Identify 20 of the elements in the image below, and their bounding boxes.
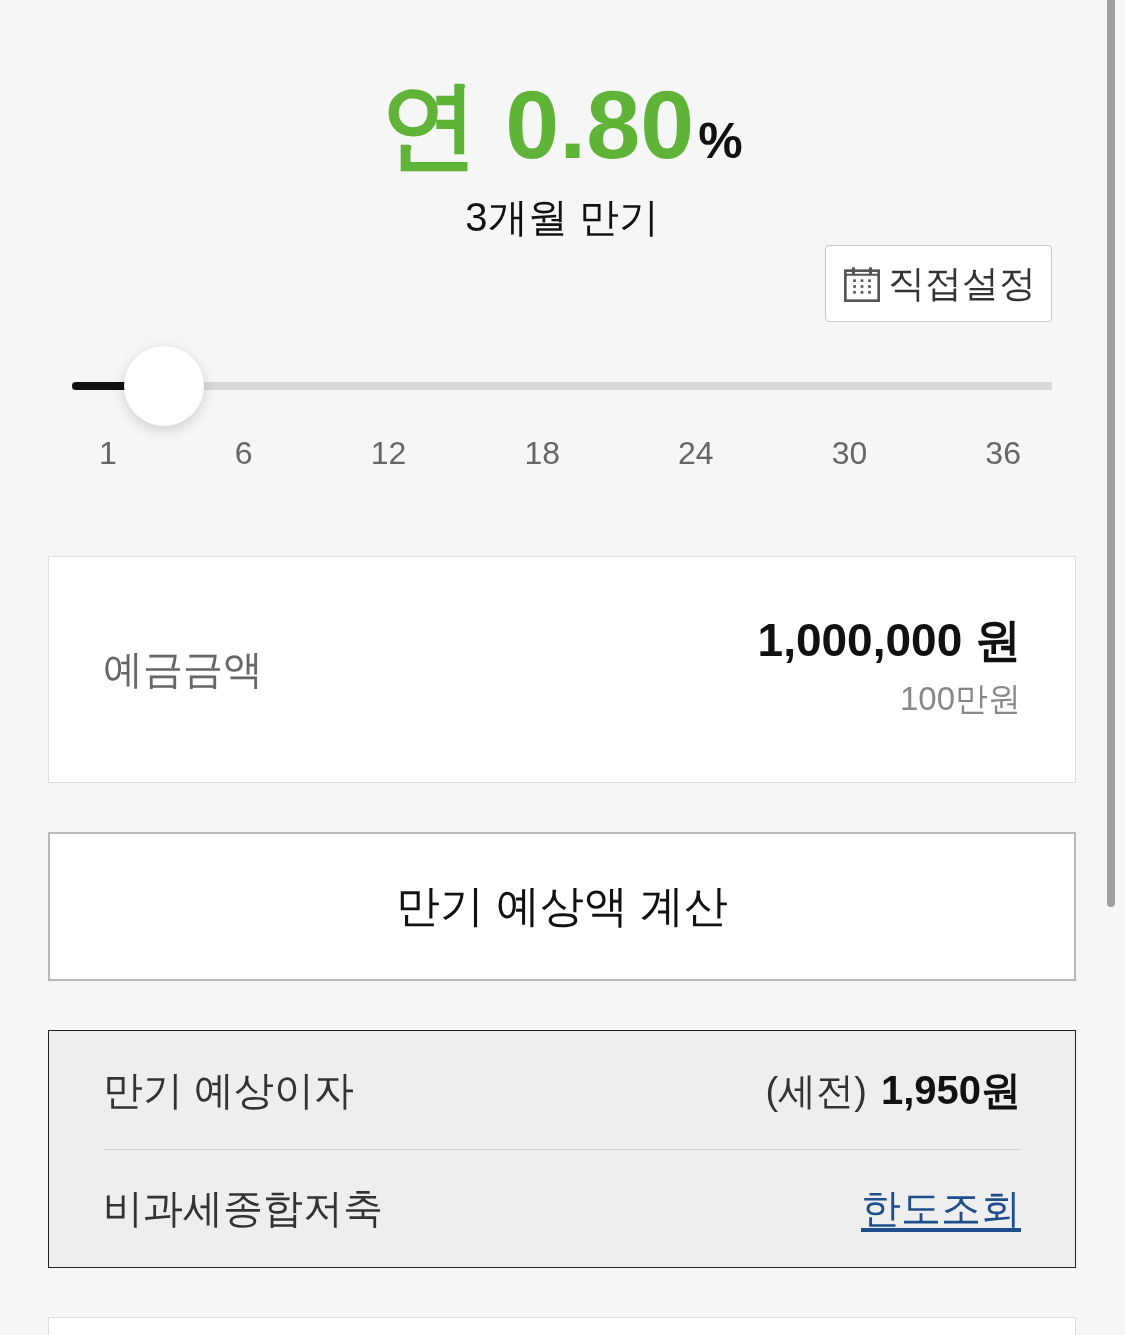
deposit-label: 예금금액 bbox=[103, 646, 263, 694]
amount-in-words: 100만원 bbox=[899, 679, 1021, 719]
tax-note: (세전) bbox=[765, 1068, 867, 1114]
tick-label: 36 bbox=[985, 434, 1021, 473]
percent-unit: % bbox=[698, 116, 743, 166]
result-label: 비과세종합저축 bbox=[103, 1185, 383, 1233]
tick-label: 1 bbox=[99, 434, 117, 473]
limit-check-link[interactable]: 한도조회 bbox=[861, 1181, 1021, 1237]
tick-label: 12 bbox=[370, 434, 407, 473]
deposit-amount: 1,000,000 원 bbox=[757, 613, 1021, 668]
interest-rate: 연 0.80 bbox=[381, 76, 695, 173]
interest-amount: 1,950원 bbox=[880, 1066, 1021, 1114]
tick-label: 30 bbox=[831, 434, 868, 473]
tick-label: 6 bbox=[234, 434, 253, 473]
custom-period-button[interactable]: 직접설정 bbox=[825, 245, 1052, 322]
tick-label: 24 bbox=[678, 434, 714, 473]
result-label: 만기 예상이자 bbox=[103, 1066, 355, 1114]
tick-label: 18 bbox=[524, 434, 560, 473]
term-label: 3개월 만기 bbox=[465, 194, 659, 241]
calculate-button[interactable]: 만기 예상액 계산 bbox=[48, 832, 1076, 982]
